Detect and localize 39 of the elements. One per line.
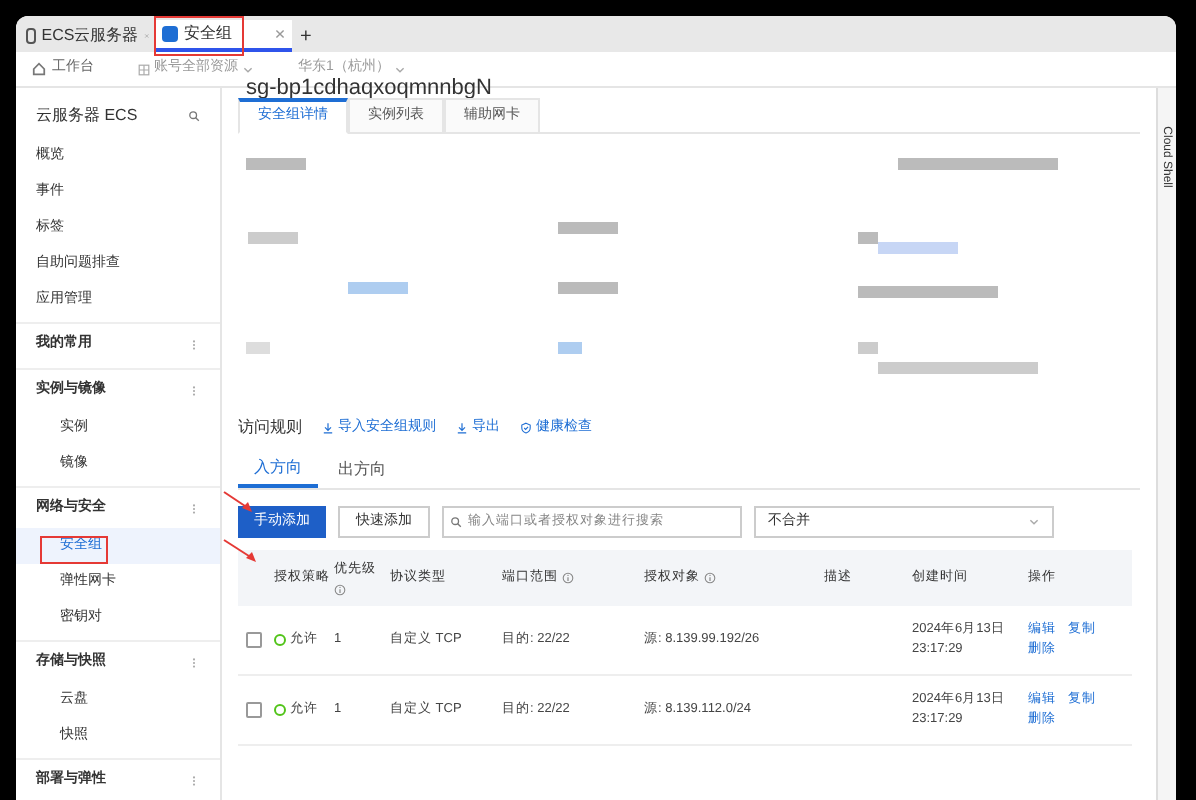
checkbox[interactable] bbox=[246, 632, 262, 648]
annotation-box bbox=[154, 16, 244, 56]
download-icon bbox=[322, 422, 334, 434]
blurred-text bbox=[348, 282, 408, 294]
checkbox[interactable] bbox=[246, 702, 262, 718]
grid-icon bbox=[138, 63, 150, 75]
blurred-text bbox=[558, 222, 618, 234]
annotation-box bbox=[40, 536, 108, 564]
info-icon bbox=[562, 572, 574, 584]
caret-icon bbox=[242, 63, 254, 75]
annotation-arrow bbox=[223, 491, 252, 512]
annotation-arrow bbox=[223, 539, 256, 562]
page-title: sg-bp1cdhaqxoqmnnbgN bbox=[244, 74, 494, 94]
browser-tab[interactable]: 安全组 bbox=[156, 20, 292, 52]
sidebar-title: 云服务器 ECS bbox=[36, 103, 138, 128]
blurred-text bbox=[248, 232, 298, 244]
search-icon bbox=[450, 516, 462, 528]
shield-check-icon bbox=[520, 422, 532, 434]
download-icon bbox=[456, 422, 468, 434]
section-title: 访问规则 bbox=[238, 416, 302, 440]
blurred-text bbox=[858, 286, 998, 298]
blurred-text bbox=[558, 282, 618, 294]
blurred-text bbox=[558, 342, 582, 354]
info-icon bbox=[334, 583, 346, 596]
home-icon bbox=[32, 62, 46, 76]
tab-icon bbox=[26, 28, 36, 44]
direction-tab[interactable]: 入方向 bbox=[238, 452, 318, 488]
info-icon bbox=[704, 572, 716, 584]
close-icon[interactable] bbox=[274, 28, 286, 40]
chevron-icon bbox=[1028, 516, 1040, 528]
blurred-text bbox=[246, 158, 306, 170]
browser-tab[interactable]: ECS云服务器 bbox=[20, 20, 156, 52]
blurred-text bbox=[858, 342, 878, 354]
caret-icon bbox=[393, 63, 406, 75]
new-tab-button[interactable]: + bbox=[292, 20, 320, 52]
search-icon[interactable] bbox=[188, 109, 200, 122]
tab-icon bbox=[162, 26, 178, 42]
blurred-text bbox=[246, 342, 270, 354]
direction-tab[interactable]: 出方向 bbox=[322, 452, 402, 488]
